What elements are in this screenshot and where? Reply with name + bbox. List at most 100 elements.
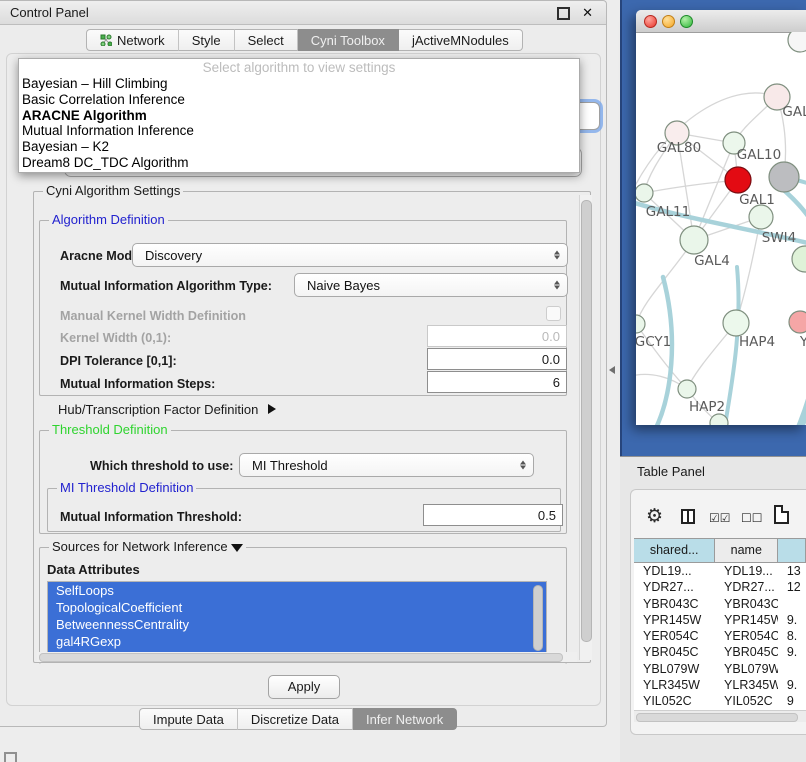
hub-definition-expander[interactable]: Hub/Transcription Factor Definition: [58, 402, 276, 417]
network-edge[interactable]: [784, 384, 806, 425]
table-row[interactable]: YDL19...YDL19...13: [634, 563, 806, 579]
scrollbar-thumb[interactable]: [39, 653, 563, 662]
collapse-arrow-icon[interactable]: [231, 544, 243, 552]
network-node[interactable]: [788, 32, 806, 52]
mi-type-label: Mutual Information Algorithm Type:: [60, 279, 272, 293]
panel-divider-arrow-icon[interactable]: [609, 366, 615, 374]
tab-network[interactable]: Network: [86, 29, 179, 51]
select-all-icon[interactable]: ☑☑: [709, 511, 731, 525]
dpi-tolerance-field[interactable]: 0.0: [427, 348, 567, 370]
attribute-list-item[interactable]: TopologicalCoefficient: [48, 599, 546, 616]
tab-infer-network[interactable]: Infer Network: [353, 708, 457, 730]
close-traffic-light-icon[interactable]: [644, 15, 657, 28]
deselect-all-icon[interactable]: ☐☐: [741, 511, 763, 525]
table-column-header[interactable]: name: [715, 539, 778, 562]
settings-horizontal-scrollbar[interactable]: [37, 652, 577, 662]
cyni-algorithm-settings-group: Cyni Algorithm Settings Algorithm Defini…: [33, 191, 591, 663]
network-node[interactable]: [680, 226, 708, 254]
manual-kernel-checkbox[interactable]: [546, 306, 561, 321]
float-window-icon[interactable]: [557, 7, 570, 20]
kernel-width-field[interactable]: 0.0: [427, 325, 567, 347]
network-window-titlebar[interactable]: [636, 10, 806, 33]
table-cell: YDR27...: [634, 579, 715, 595]
network-edge[interactable]: [654, 277, 672, 425]
algorithm-option[interactable]: Bayesian – Hill Climbing: [19, 76, 579, 92]
network-node[interactable]: [769, 162, 799, 192]
network-node[interactable]: [636, 315, 645, 333]
settings-vertical-scrollbar[interactable]: [579, 195, 592, 660]
algorithm-option[interactable]: Bayesian – K2: [19, 139, 579, 155]
table-row[interactable]: YPR145WYPR145W9.: [634, 612, 806, 628]
mi-steps-field[interactable]: 6: [427, 371, 567, 393]
table-column-header[interactable]: shared...: [634, 539, 715, 562]
node-label: GAL11: [646, 204, 690, 220]
tab-impute-data[interactable]: Impute Data: [139, 708, 238, 730]
table-header-row: shared...name: [634, 538, 806, 563]
mi-type-combobox[interactable]: Naive Bayes: [294, 273, 568, 297]
node-label: GAL4: [694, 253, 730, 269]
attribute-list-item[interactable]: BetweennessCentrality: [48, 616, 546, 633]
gear-icon[interactable]: ⚙: [646, 506, 663, 528]
apply-button[interactable]: Apply: [268, 675, 340, 699]
tab-label: Style: [192, 33, 221, 48]
group-title: MI Threshold Definition: [57, 481, 196, 495]
mi-threshold-group: MI Threshold Definition Mutual Informati…: [47, 488, 561, 532]
aracne-mode-combobox[interactable]: Discovery: [132, 243, 568, 267]
which-threshold-combobox[interactable]: MI Threshold: [239, 453, 534, 477]
algorithm-option[interactable]: ARACNE Algorithm: [19, 108, 579, 124]
minimized-panel-icon[interactable]: [4, 752, 17, 762]
close-icon[interactable]: ✕: [582, 3, 593, 23]
tab-style[interactable]: Style: [179, 29, 235, 51]
network-node[interactable]: [789, 311, 806, 333]
table-row[interactable]: YDR27...YDR27...12: [634, 579, 806, 595]
tab-select[interactable]: Select: [235, 29, 298, 51]
minimize-traffic-light-icon[interactable]: [662, 15, 675, 28]
network-edge[interactable]: [724, 267, 739, 425]
mi-threshold-field[interactable]: 0.5: [423, 504, 563, 526]
tab-cyni-toolbox[interactable]: Cyni Toolbox: [298, 29, 399, 51]
table-cell: [778, 661, 806, 677]
table-cell: 9.: [778, 644, 806, 660]
table-horizontal-scrollbar[interactable]: [634, 710, 806, 722]
network-node[interactable]: [749, 205, 773, 229]
tab-discretize-data[interactable]: Discretize Data: [238, 708, 353, 730]
table-cell: 9.: [778, 612, 806, 628]
scrollbar-thumb[interactable]: [636, 713, 798, 722]
algorithm-option[interactable]: Mutual Information Inference: [19, 123, 579, 139]
bottom-tabbar: Impute Data Discretize Data Infer Networ…: [139, 708, 457, 730]
table-row[interactable]: YLR345WYLR345W9.: [634, 677, 806, 693]
scrollbar-thumb[interactable]: [581, 200, 592, 642]
table-row[interactable]: YBL079WYBL079W: [634, 661, 806, 677]
data-attributes-list[interactable]: SelfLoopsTopologicalCoefficientBetweenne…: [47, 581, 547, 655]
network-node[interactable]: [678, 380, 696, 398]
table-body: YDL19...YDL19...13YDR27...YDR27...12YBR0…: [634, 563, 806, 710]
attribute-list-item[interactable]: gal4RGexp: [48, 633, 546, 650]
which-threshold-label: Which threshold to use:: [90, 459, 233, 473]
column-layout-icon[interactable]: [681, 509, 695, 524]
network-canvas[interactable]: GALGAL80GAL10GAL11GAL1GAL4SWI4GCY1HAP4YH…: [636, 32, 806, 425]
new-table-icon[interactable]: [774, 505, 789, 524]
tab-jactivemnodules[interactable]: jActiveMNodules: [399, 29, 523, 51]
table-row[interactable]: YER054CYER054C8.: [634, 628, 806, 644]
zoom-traffic-light-icon[interactable]: [680, 15, 693, 28]
network-edge[interactable]: [644, 180, 738, 193]
algorithm-option[interactable]: Basic Correlation Inference: [19, 92, 579, 108]
list-scrollbar-thumb[interactable]: [533, 585, 543, 651]
table-column-header[interactable]: [778, 539, 806, 562]
sources-group: Sources for Network Inference Data Attri…: [39, 547, 567, 664]
table-row[interactable]: YIL052CYIL052C9: [634, 693, 806, 709]
network-node[interactable]: [636, 184, 653, 202]
network-node[interactable]: [792, 246, 806, 272]
table-cell: YPR145W: [634, 612, 715, 628]
table-row[interactable]: YBR045CYBR045C9.: [634, 644, 806, 660]
table-row[interactable]: YBR043CYBR043C: [634, 596, 806, 612]
attribute-list-item[interactable]: SelfLoops: [48, 582, 546, 599]
table-cell: [778, 596, 806, 612]
network-node[interactable]: [723, 310, 749, 336]
node-label: GAL10: [737, 147, 781, 163]
table-cell: 8.: [778, 628, 806, 644]
table-cell: YIL052C: [634, 693, 715, 709]
tab-label: jActiveMNodules: [412, 33, 509, 48]
algorithm-option[interactable]: Dream8 DC_TDC Algorithm: [19, 155, 579, 171]
network-node[interactable]: [725, 167, 751, 193]
